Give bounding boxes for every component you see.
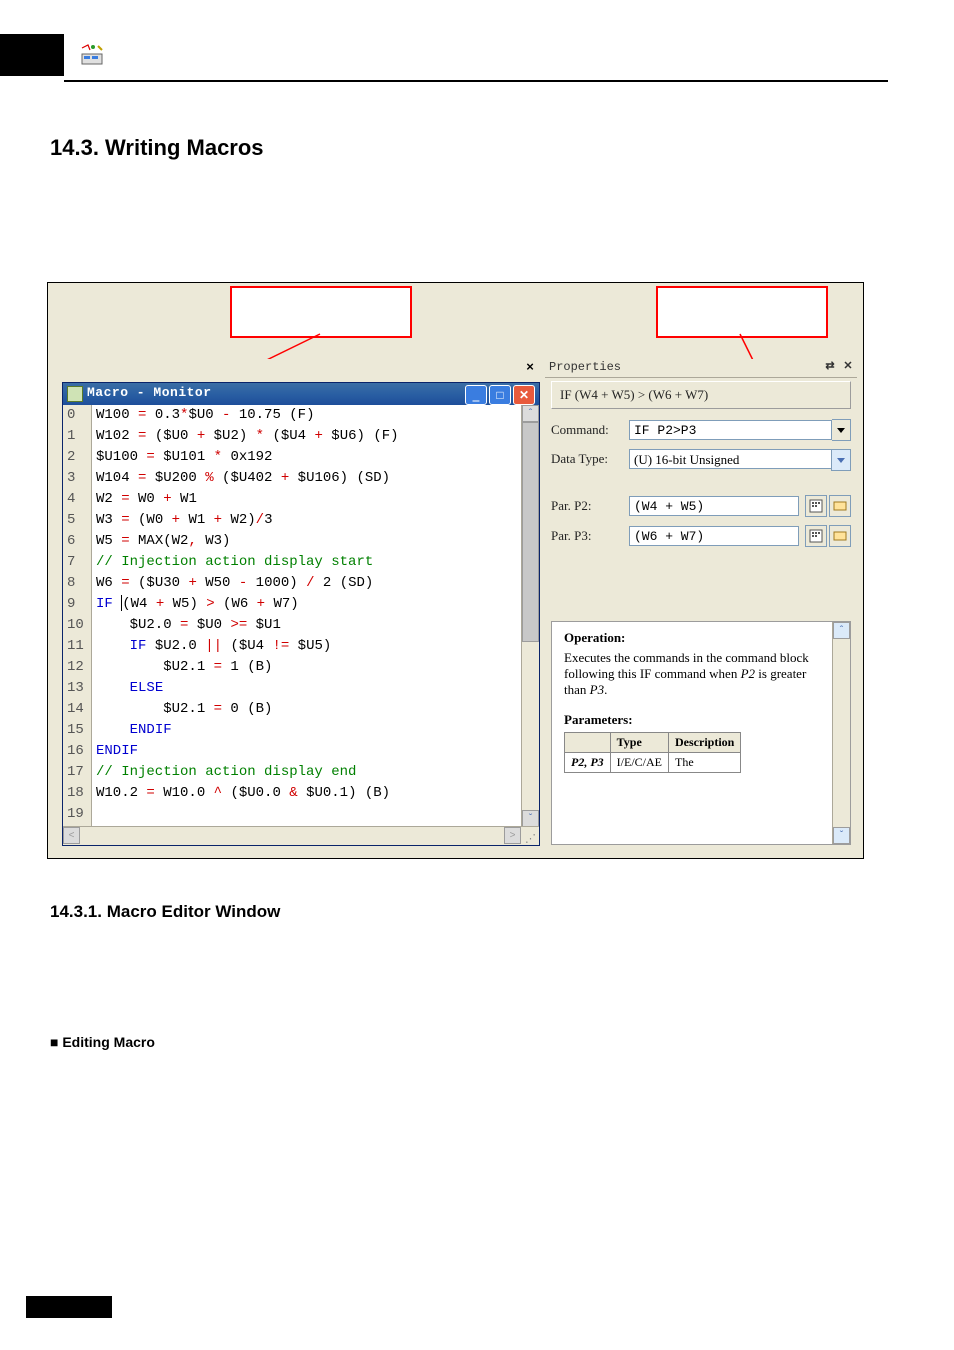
par-p2-label: Par. P2: [551, 498, 629, 514]
editor-hscrollbar[interactable]: < > ⋰ [63, 826, 539, 845]
help-panel: Operation: Executes the commands in the … [551, 621, 851, 845]
pin-icon[interactable]: ⇄ [823, 359, 837, 373]
chevron-down-icon[interactable] [831, 449, 851, 471]
properties-titlebar: Properties ⇄ ✕ [545, 359, 857, 378]
datatype-value: (U) 16-bit Unsigned [634, 452, 739, 467]
close-icon[interactable]: ✕ [841, 359, 855, 373]
section-heading: 14.3. Writing Macros [50, 135, 264, 161]
datatype-label: Data Type: [551, 451, 629, 467]
pane-close-icon[interactable]: × [523, 360, 537, 374]
table-row: P2, P3 I/E/C/AE The [565, 753, 741, 773]
datatype-select[interactable]: (U) 16-bit Unsigned [629, 449, 851, 469]
scroll-up-icon[interactable]: ˆ [522, 405, 539, 422]
editor-titlebar: Macro - Monitor ‗ □ ✕ [63, 383, 539, 405]
editor-window: Macro - Monitor ‗ □ ✕ 012345678910111213… [62, 382, 540, 846]
parameters-table: TypeDescription P2, P3 I/E/C/AE The [564, 732, 741, 773]
resize-grip-icon[interactable]: ⋰ [525, 832, 537, 844]
doc-icon [67, 386, 83, 402]
help-vscrollbar[interactable]: ˆ ˇ [832, 622, 850, 844]
macro-editor-pane: × Macro - Monitor ‗ □ ✕ 0123456789101112… [53, 359, 543, 851]
subsection-heading: 14.3.1. Macro Editor Window [50, 902, 280, 922]
close-button[interactable]: ✕ [513, 385, 535, 405]
par-p3-label: Par. P3: [551, 528, 629, 544]
command-label: Command: [551, 422, 629, 438]
line-gutter: 012345678910111213141516171819 [63, 405, 92, 827]
parameters-label: Parameters: [564, 712, 830, 728]
par-p2-input[interactable]: (W4 + W5) [629, 496, 799, 516]
code-area[interactable]: W100 = 0.3*$U0 - 10.75 (F)W102 = ($U0 + … [92, 405, 539, 827]
p3-keypad-icon[interactable] [805, 525, 827, 547]
callout-left [230, 286, 412, 338]
maximize-button[interactable]: □ [489, 385, 511, 405]
p2-tag-icon[interactable] [829, 495, 851, 517]
editor-vscrollbar[interactable]: ˆ ˇ [521, 405, 539, 827]
app-icon [80, 44, 104, 66]
properties-pane: Properties ⇄ ✕ IF (W4 + W5) > (W6 + W7) … [545, 359, 857, 851]
command-input[interactable]: IF P2>P3 [629, 420, 832, 440]
properties-title: Properties [549, 360, 621, 374]
p3-tag-icon[interactable] [829, 525, 851, 547]
scroll-down-icon[interactable]: ˇ [833, 827, 850, 844]
header-rule [64, 80, 888, 82]
scroll-left-icon[interactable]: < [63, 827, 80, 844]
scroll-right-icon[interactable]: > [504, 827, 521, 844]
subsubsection-heading: ■ Editing Macro [50, 1034, 155, 1050]
p2-keypad-icon[interactable] [805, 495, 827, 517]
footer-black-block [26, 1296, 112, 1318]
scroll-thumb[interactable] [522, 422, 539, 642]
header-black-block [0, 34, 64, 76]
operation-text: Executes the commands in the command blo… [564, 650, 830, 698]
figure-macro-editor: × Macro - Monitor ‗ □ ✕ 0123456789101112… [47, 282, 864, 859]
operation-label: Operation: [564, 630, 830, 646]
par-p3-input[interactable]: (W6 + W7) [629, 526, 799, 546]
command-dropdown-icon[interactable] [832, 419, 851, 441]
scroll-down-icon[interactable]: ˇ [522, 810, 539, 827]
minimize-button[interactable]: ‗ [465, 385, 487, 405]
editor-title: Macro - Monitor [87, 385, 212, 400]
selected-command-summary: IF (W4 + W5) > (W6 + W7) [551, 381, 851, 409]
scroll-up-icon[interactable]: ˆ [833, 622, 850, 639]
callout-right [656, 286, 828, 338]
